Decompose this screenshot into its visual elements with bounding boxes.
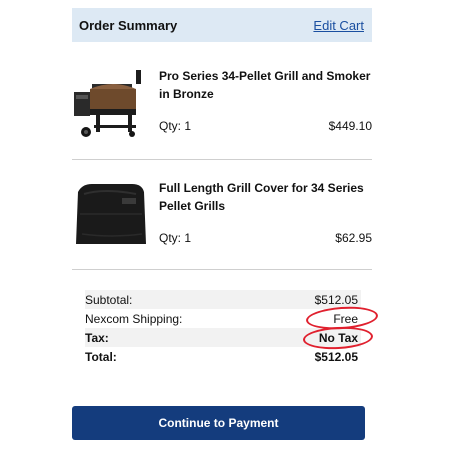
item-name: Pro Series 34-Pellet Grill and Smoker in…	[159, 69, 371, 101]
shipping-row: Nexcom Shipping: Free	[85, 309, 361, 328]
edit-cart-link[interactable]: Edit Cart	[313, 18, 364, 33]
pellet-grill-image	[74, 70, 141, 137]
order-summary-header: Order Summary Edit Cart	[72, 8, 372, 42]
order-summary-title: Order Summary	[79, 18, 178, 33]
tax-value: No Tax	[318, 331, 358, 345]
cart-item: Pro Series 34-Pellet Grill and Smoker in…	[72, 62, 372, 158]
item-price: $62.95	[335, 231, 372, 245]
shipping-value: Free	[333, 312, 358, 326]
grill-cover-image	[76, 184, 146, 244]
continue-to-payment-button[interactable]: Continue to Payment	[72, 406, 365, 440]
item-divider	[72, 159, 372, 160]
item-name: Full Length Grill Cover for 34 Series Pe…	[159, 181, 364, 213]
subtotal-label: Subtotal:	[85, 293, 133, 307]
cart-item: Full Length Grill Cover for 34 Series Pe…	[72, 174, 372, 269]
tax-row: Tax: No Tax	[85, 328, 361, 347]
item-quantity: Qty: 1	[159, 231, 192, 245]
item-quantity: Qty: 1	[159, 119, 192, 133]
item-price: $449.10	[328, 119, 372, 133]
total-label: Total:	[85, 350, 117, 364]
shipping-label: Nexcom Shipping:	[85, 312, 183, 326]
total-value: $512.05	[314, 350, 358, 364]
order-totals: Subtotal: $512.05 Nexcom Shipping: Free …	[85, 290, 361, 366]
subtotal-value: $512.05	[314, 293, 358, 307]
subtotal-row: Subtotal: $512.05	[85, 290, 361, 309]
tax-label: Tax:	[85, 331, 109, 345]
total-row: Total: $512.05	[85, 347, 361, 366]
item-divider	[72, 269, 372, 270]
